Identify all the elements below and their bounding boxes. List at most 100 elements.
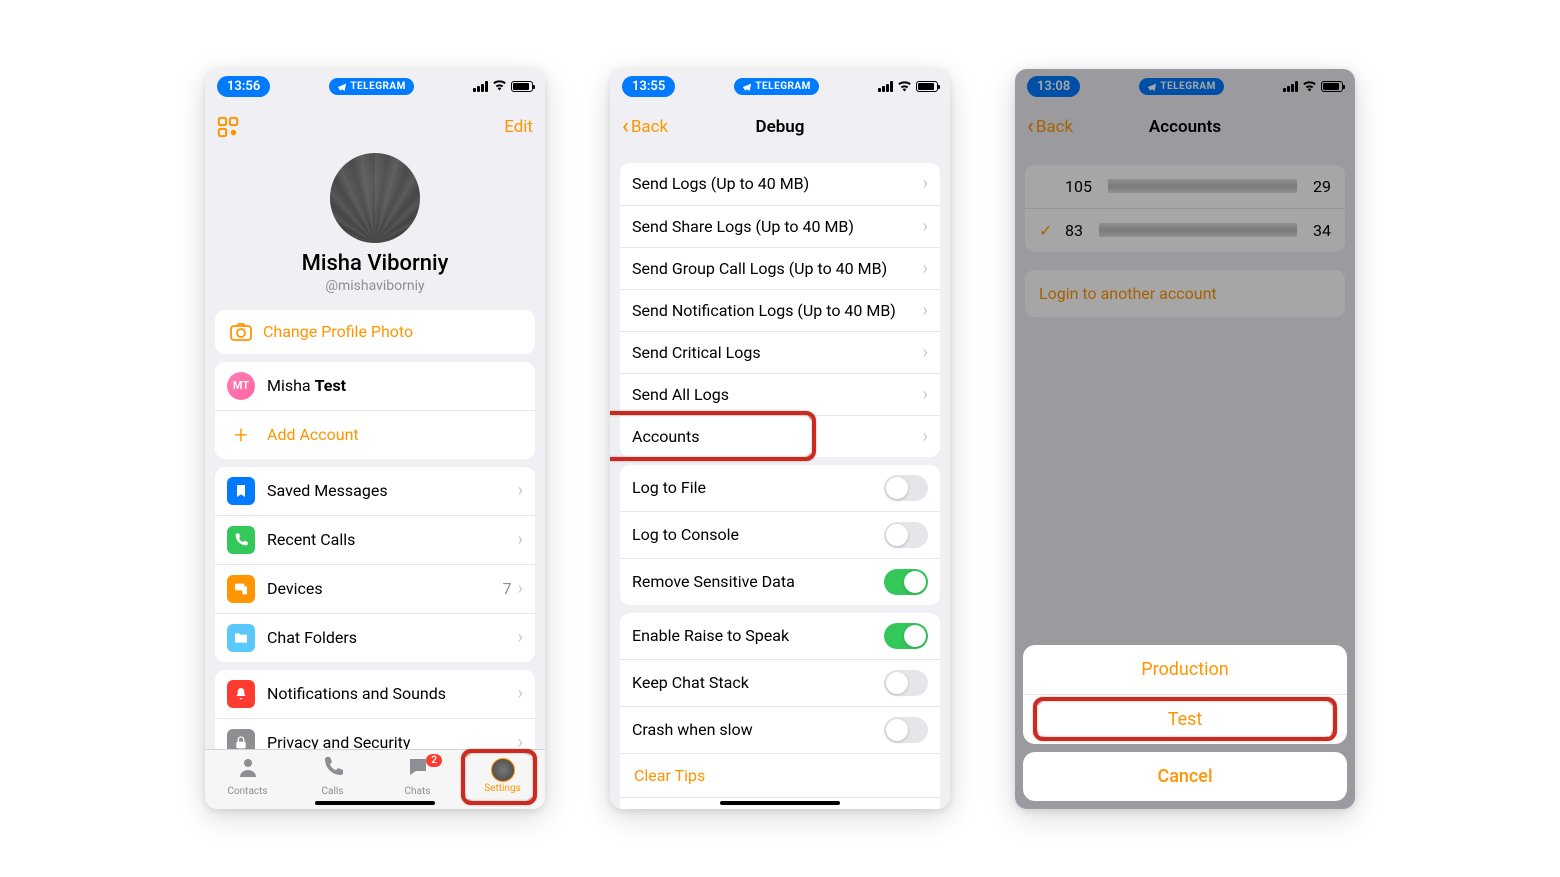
chevron-icon: › bbox=[923, 426, 928, 447]
bookmark-icon bbox=[227, 477, 255, 505]
log-to-console-row[interactable]: Log to Console bbox=[620, 511, 940, 558]
row-label: Enable Raise to Speak bbox=[632, 626, 884, 645]
keep-chat-stack-row[interactable]: Keep Chat Stack bbox=[620, 659, 940, 706]
status-bar: 13:56 TELEGRAM bbox=[205, 69, 545, 105]
log-to-file-row[interactable]: Log to File bbox=[620, 465, 940, 511]
row-label: Send Notification Logs (Up to 40 MB) bbox=[632, 301, 923, 320]
profile-avatar[interactable] bbox=[330, 153, 420, 243]
add-account-label: Add Account bbox=[267, 425, 523, 444]
devices-row[interactable]: Devices 7 › bbox=[215, 564, 535, 613]
account-row[interactable]: MT Misha Test bbox=[215, 362, 535, 410]
status-icons bbox=[878, 77, 938, 96]
back-button[interactable]: ‹Back bbox=[622, 114, 668, 139]
crash-when-slow-row[interactable]: Crash when slow bbox=[620, 706, 940, 753]
toggle[interactable] bbox=[884, 569, 928, 595]
qr-icon[interactable] bbox=[217, 116, 239, 138]
send-notif-logs-row[interactable]: Send Notification Logs (Up to 40 MB)› bbox=[620, 289, 940, 331]
toggle[interactable] bbox=[884, 717, 928, 743]
status-time: 13:56 bbox=[217, 76, 270, 97]
badge: 2 bbox=[426, 754, 442, 767]
tab-label: Contacts bbox=[227, 786, 267, 797]
toggle[interactable] bbox=[884, 670, 928, 696]
telegram-pill: TELEGRAM bbox=[329, 78, 414, 95]
row-label: Send Critical Logs bbox=[632, 343, 923, 362]
chevron-icon: › bbox=[923, 342, 928, 363]
tab-contacts[interactable]: Contacts bbox=[205, 750, 290, 809]
home-indicator bbox=[720, 801, 840, 805]
bell-icon bbox=[227, 680, 255, 708]
send-logs-row[interactable]: Send Logs (Up to 40 MB)› bbox=[620, 163, 940, 205]
clear-tips-row[interactable]: Clear Tips bbox=[620, 753, 940, 797]
home-indicator bbox=[315, 801, 435, 805]
lock-icon bbox=[227, 729, 255, 749]
status-time: 13:55 bbox=[622, 76, 675, 97]
chevron-icon: › bbox=[518, 683, 523, 704]
devices-count: 7 bbox=[503, 579, 512, 598]
content: Misha Viborniy @mishaviborniy Change Pro… bbox=[205, 149, 545, 749]
chevron-icon: › bbox=[518, 578, 523, 599]
battery-icon bbox=[916, 81, 938, 92]
privacy-label: Privacy and Security bbox=[267, 733, 518, 749]
plus-icon: + bbox=[227, 421, 255, 449]
edit-button[interactable]: Edit bbox=[504, 117, 533, 137]
send-critical-logs-row[interactable]: Send Critical Logs› bbox=[620, 331, 940, 373]
folders-row[interactable]: Chat Folders › bbox=[215, 613, 535, 662]
wifi-icon bbox=[492, 79, 507, 95]
folders-label: Chat Folders bbox=[267, 628, 518, 647]
chevron-icon: › bbox=[923, 173, 928, 194]
saved-label: Saved Messages bbox=[267, 481, 518, 500]
chevron-icon: › bbox=[923, 216, 928, 237]
saved-messages-row[interactable]: Saved Messages › bbox=[215, 467, 535, 515]
nav-bar: Edit bbox=[205, 105, 545, 149]
notifications-row[interactable]: Notifications and Sounds › bbox=[215, 670, 535, 718]
recent-calls-row[interactable]: Recent Calls › bbox=[215, 515, 535, 564]
status-bar: 13:55 TELEGRAM bbox=[610, 69, 950, 105]
row-label: Remove Sensitive Data bbox=[632, 572, 884, 591]
change-photo-row[interactable]: Change Profile Photo bbox=[215, 310, 535, 354]
tab-label: Chats bbox=[405, 786, 431, 797]
signal-icon bbox=[473, 81, 488, 92]
chevron-icon: › bbox=[518, 529, 523, 550]
telegram-pill-label: TELEGRAM bbox=[350, 81, 406, 92]
devices-icon bbox=[227, 575, 255, 603]
row-label: Send All Logs bbox=[632, 385, 923, 404]
account-avatar: MT bbox=[227, 372, 255, 400]
toggle[interactable] bbox=[884, 623, 928, 649]
profile-header: Misha Viborniy @mishaviborniy bbox=[205, 149, 545, 302]
chevron-icon: › bbox=[518, 732, 523, 749]
sheet-production-button[interactable]: Production bbox=[1023, 645, 1347, 694]
highlight-test-button bbox=[1033, 697, 1337, 741]
devices-label: Devices bbox=[267, 579, 503, 598]
chevron-icon: › bbox=[923, 300, 928, 321]
profile-name: Misha Viborniy bbox=[205, 251, 545, 276]
add-account-row[interactable]: + Add Account bbox=[215, 410, 535, 459]
row-label: Send Group Call Logs (Up to 40 MB) bbox=[632, 259, 923, 278]
row-label: Log to Console bbox=[632, 525, 884, 544]
notif-label: Notifications and Sounds bbox=[267, 684, 518, 703]
row-label: Send Logs (Up to 40 MB) bbox=[632, 174, 923, 193]
screen-settings: 13:56 TELEGRAM Edit Misha Viborniy @mish… bbox=[205, 69, 545, 809]
send-group-logs-row[interactable]: Send Group Call Logs (Up to 40 MB)› bbox=[620, 247, 940, 289]
chevron-icon: › bbox=[518, 480, 523, 501]
send-share-logs-row[interactable]: Send Share Logs (Up to 40 MB)› bbox=[620, 205, 940, 247]
highlight-accounts-row bbox=[610, 411, 816, 461]
nav-bar: ‹Back Debug bbox=[610, 105, 950, 149]
content: Send Logs (Up to 40 MB)› Send Share Logs… bbox=[610, 149, 950, 809]
folder-icon bbox=[227, 624, 255, 652]
back-label: Back bbox=[631, 117, 668, 137]
screen-accounts: 13:08 TELEGRAM ‹Back Accounts 105 29 ✓ 8… bbox=[1015, 69, 1355, 809]
sheet-cancel-button[interactable]: Cancel bbox=[1023, 752, 1347, 801]
toggle[interactable] bbox=[884, 522, 928, 548]
wifi-icon bbox=[897, 77, 912, 96]
chevron-icon: › bbox=[923, 384, 928, 405]
remove-sensitive-row[interactable]: Remove Sensitive Data bbox=[620, 558, 940, 605]
battery-icon bbox=[511, 81, 533, 92]
telegram-pill-label: TELEGRAM bbox=[755, 81, 811, 92]
recent-label: Recent Calls bbox=[267, 530, 518, 549]
toggle[interactable] bbox=[884, 475, 928, 501]
row-label: Crash when slow bbox=[632, 720, 884, 739]
send-all-logs-row[interactable]: Send All Logs› bbox=[620, 373, 940, 415]
raise-to-speak-row[interactable]: Enable Raise to Speak bbox=[620, 613, 940, 659]
privacy-row[interactable]: Privacy and Security › bbox=[215, 718, 535, 749]
camera-icon bbox=[229, 320, 253, 344]
